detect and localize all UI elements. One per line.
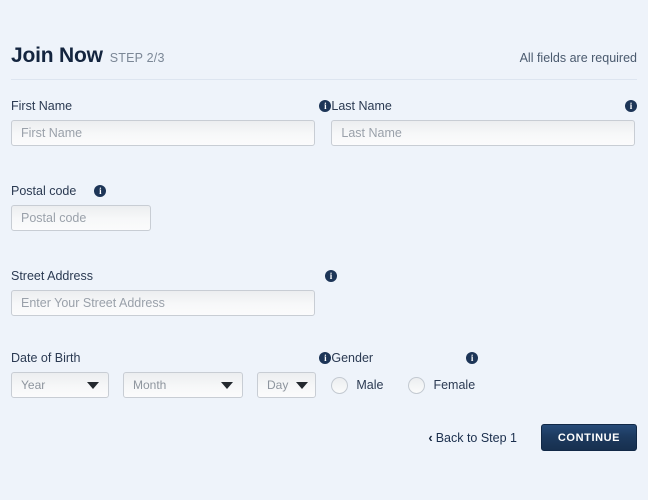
last-name-label-line: Last Name i bbox=[331, 98, 637, 113]
last-name-field: Last Name i bbox=[331, 80, 637, 146]
info-icon[interactable]: i bbox=[325, 269, 337, 282]
form-header: Join Now STEP 2/3 All fields are require… bbox=[11, 0, 637, 80]
gender-option-female-label: Female bbox=[433, 378, 476, 392]
street-address-label-line: Street Address i bbox=[11, 268, 337, 283]
gender-option-female[interactable]: Female bbox=[408, 376, 476, 394]
info-icon[interactable]: i bbox=[94, 184, 107, 197]
info-icon[interactable]: i bbox=[625, 99, 637, 112]
last-name-input[interactable] bbox=[331, 120, 636, 146]
date-of-birth-label-line: Date of Birth i bbox=[11, 350, 332, 365]
month-select[interactable]: Month bbox=[123, 372, 243, 398]
postal-code-label: Postal code bbox=[11, 183, 77, 198]
step-indicator: STEP 2/3 bbox=[109, 51, 165, 65]
continue-button[interactable]: CONTINUE bbox=[541, 424, 637, 451]
page-title: Join Now bbox=[11, 44, 103, 67]
dob-gender-row: Date of Birth i Year Month Day Gender i … bbox=[11, 316, 637, 398]
header-title-group: Join Now STEP 2/3 bbox=[11, 44, 165, 68]
street-address-field: Street Address i bbox=[11, 231, 337, 316]
date-of-birth-selects: Year Month Day bbox=[11, 372, 331, 398]
gender-option-male-label: Male bbox=[356, 378, 384, 392]
gender-label: Gender bbox=[331, 350, 374, 365]
street-address-input[interactable] bbox=[11, 290, 315, 316]
postal-code-row: Postal code i bbox=[11, 146, 637, 231]
chevron-down-icon bbox=[87, 382, 99, 389]
back-to-step-1-label: Back to Step 1 bbox=[435, 430, 517, 445]
gender-field: Gender i Male Female bbox=[331, 316, 637, 398]
last-name-label: Last Name bbox=[331, 98, 392, 113]
gender-option-male[interactable]: Male bbox=[331, 376, 384, 394]
first-name-label-line: First Name i bbox=[11, 98, 332, 113]
first-name-field: First Name i bbox=[11, 80, 332, 146]
street-address-label: Street Address bbox=[11, 268, 93, 283]
postal-code-input[interactable] bbox=[11, 205, 151, 231]
street-address-row: Street Address i bbox=[11, 231, 637, 316]
first-name-input[interactable] bbox=[11, 120, 315, 146]
info-icon[interactable]: i bbox=[319, 99, 332, 112]
first-name-label: First Name bbox=[11, 98, 73, 113]
chevron-down-icon bbox=[221, 382, 233, 389]
day-select-value: Day bbox=[267, 378, 289, 392]
radio-icon[interactable] bbox=[408, 376, 426, 394]
info-icon[interactable]: i bbox=[319, 351, 332, 364]
date-of-birth-label: Date of Birth bbox=[11, 350, 81, 365]
month-select-value: Month bbox=[133, 378, 167, 392]
radio-icon[interactable] bbox=[331, 376, 349, 394]
chevron-left-icon: ‹ bbox=[428, 430, 433, 445]
postal-code-label-line: Postal code i bbox=[11, 183, 337, 198]
year-select-value: Year bbox=[21, 378, 46, 392]
name-row: First Name i Last Name i bbox=[11, 80, 637, 146]
gender-radio-group: Male Female bbox=[331, 372, 637, 398]
back-to-step-1-link[interactable]: ‹ Back to Step 1 bbox=[428, 431, 517, 445]
year-select[interactable]: Year bbox=[11, 372, 109, 398]
join-now-form-page: Join Now STEP 2/3 All fields are require… bbox=[0, 0, 648, 500]
chevron-down-icon bbox=[296, 382, 308, 389]
form-footer: ‹ Back to Step 1 CONTINUE bbox=[428, 424, 637, 451]
date-of-birth-field: Date of Birth i Year Month Day bbox=[11, 316, 332, 398]
postal-code-field: Postal code i bbox=[11, 146, 337, 231]
gender-label-line: Gender i bbox=[331, 350, 637, 365]
day-select[interactable]: Day bbox=[257, 372, 316, 398]
required-fields-note: All fields are required bbox=[519, 51, 637, 65]
info-icon[interactable]: i bbox=[466, 351, 479, 364]
